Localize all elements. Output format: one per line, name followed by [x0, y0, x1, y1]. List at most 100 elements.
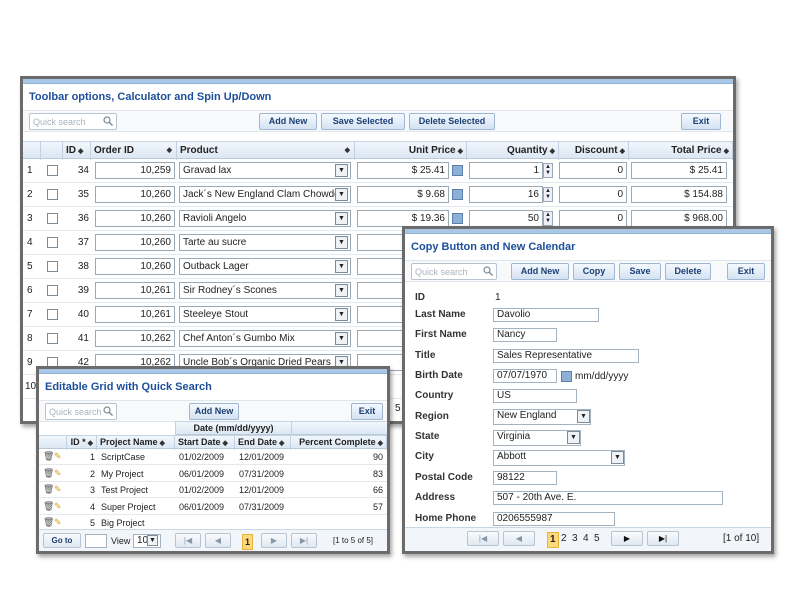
current-page[interactable]: 1 [242, 534, 254, 550]
spin-up-down[interactable]: ▲ ▼ [543, 211, 553, 226]
col-discount-header[interactable]: Discount ◆ [559, 142, 629, 160]
chevron-down-icon[interactable]: ▼ [335, 308, 348, 321]
order-id-field[interactable]: 10,260 [95, 186, 175, 203]
chevron-down-icon[interactable]: ▼ [335, 236, 348, 249]
add-new-button[interactable]: Add New [259, 113, 317, 130]
search-input[interactable]: Quick search [29, 113, 117, 130]
prev-page-button[interactable]: ◀ [503, 531, 535, 546]
product-select[interactable]: Tarte au sucre [179, 234, 351, 251]
product-select[interactable]: Chef Anton´s Gumbo Mix [179, 330, 351, 347]
first-page-button[interactable]: |◀ [175, 533, 201, 548]
pencil-icon[interactable]: ✎ [54, 501, 62, 512]
row-checkbox[interactable] [47, 309, 58, 320]
calculator-icon[interactable] [452, 213, 463, 224]
row-checkbox[interactable] [47, 189, 58, 200]
spin-up-down[interactable]: ▲ ▼ [543, 163, 553, 178]
go-to-page-input[interactable] [85, 534, 107, 548]
spin-up-down[interactable]: ▲ ▼ [543, 187, 553, 202]
calculator-icon[interactable] [452, 189, 463, 200]
home-phone-field[interactable]: 0206555987 [493, 512, 615, 526]
chevron-down-icon[interactable]: ▼ [567, 431, 580, 444]
exit-button[interactable]: Exit [351, 403, 383, 420]
order-id-field[interactable]: 10,261 [95, 306, 175, 323]
quantity-field[interactable]: 16 [469, 186, 543, 203]
address-field[interactable]: 507 - 20th Ave. E. [493, 491, 723, 505]
quantity-field[interactable]: 1 [469, 162, 543, 179]
col-id-header[interactable]: ID * ◆ [67, 436, 97, 450]
pencil-icon[interactable]: ✎ [54, 517, 62, 528]
order-id-field[interactable]: 10,260 [95, 258, 175, 275]
unit-price-field[interactable]: $ 19.36 [357, 210, 449, 227]
page-5[interactable]: 5 [395, 397, 401, 421]
total-price-field[interactable]: $ 25.41 [631, 162, 727, 179]
product-select[interactable]: Steeleye Stout [179, 306, 351, 323]
product-select[interactable]: Ravioli Angelo [179, 210, 351, 227]
go-to-button[interactable]: Go to [43, 533, 81, 548]
col-total-price-header[interactable]: Total Price ◆ [629, 142, 733, 160]
pencil-icon[interactable]: ✎ [54, 468, 62, 479]
col-id-header[interactable]: ID ◆ [63, 142, 91, 160]
row-checkbox[interactable] [47, 285, 58, 296]
order-id-field[interactable]: 10,262 [95, 330, 175, 347]
col-product-header[interactable]: Product ◆ [177, 142, 355, 160]
chevron-down-icon[interactable]: ▼ [335, 164, 348, 177]
chevron-down-icon[interactable]: ▼ [335, 284, 348, 297]
city-select[interactable]: Abbott [493, 450, 625, 466]
col-project-name-header[interactable]: Project Name ◆ [97, 436, 175, 450]
birth-date-field[interactable]: 07/07/1970 [493, 369, 557, 383]
pencil-icon[interactable]: ✎ [54, 451, 62, 462]
discount-field[interactable]: 0 [559, 210, 627, 227]
row-checkbox[interactable] [47, 333, 58, 344]
delete-button[interactable]: Delete [665, 263, 711, 280]
add-new-button[interactable]: Add New [189, 403, 239, 420]
col-order-id-header[interactable]: Order ID ◆ [91, 142, 177, 160]
col-unit-price-header[interactable]: Unit Price ◆ [355, 142, 467, 160]
page-4[interactable]: 4 [583, 532, 589, 546]
trash-icon[interactable]: 🗑 [43, 468, 54, 479]
trash-icon[interactable]: 🗑 [43, 451, 54, 462]
chevron-down-icon[interactable]: ▼ [147, 535, 158, 546]
last-page-button[interactable]: ▶| [647, 531, 679, 546]
discount-field[interactable]: 0 [559, 186, 627, 203]
country-field[interactable]: US [493, 389, 577, 403]
save-selected-button[interactable]: Save Selected [321, 113, 405, 130]
postal-code-field[interactable]: 98122 [493, 471, 557, 485]
order-id-field[interactable]: 10,260 [95, 210, 175, 227]
product-select[interactable]: Gravad lax [179, 162, 351, 179]
quantity-field[interactable]: 50 [469, 210, 543, 227]
calculator-icon[interactable] [452, 165, 463, 176]
chevron-down-icon[interactable]: ▼ [335, 260, 348, 273]
row-checkbox[interactable] [47, 237, 58, 248]
last-name-field[interactable]: Davolio [493, 308, 599, 322]
chevron-down-icon[interactable]: ▼ [335, 212, 348, 225]
col-end-date-header[interactable]: End Date ◆ [235, 436, 291, 450]
col-percent-header[interactable]: Percent Complete ◆ [291, 436, 387, 450]
total-price-field[interactable]: $ 154.88 [631, 186, 727, 203]
page-3[interactable]: 3 [572, 532, 578, 546]
first-page-button[interactable]: |◀ [467, 531, 499, 546]
page-1[interactable]: 1 [547, 532, 559, 548]
save-button[interactable]: Save [619, 263, 661, 280]
trash-icon[interactable]: 🗑 [43, 484, 54, 495]
prev-page-button[interactable]: ◀ [205, 533, 231, 548]
chevron-down-icon[interactable]: ▼ [335, 332, 348, 345]
order-id-field[interactable]: 10,261 [95, 282, 175, 299]
chevron-down-icon[interactable]: ▼ [611, 451, 624, 464]
order-id-field[interactable]: 10,259 [95, 162, 175, 179]
title-field[interactable]: Sales Representative [493, 349, 639, 363]
pencil-icon[interactable]: ✎ [54, 484, 62, 495]
next-page-button[interactable]: ▶ [261, 533, 287, 548]
product-select[interactable]: Sir Rodney´s Scones [179, 282, 351, 299]
total-price-field[interactable]: $ 968.00 [631, 210, 727, 227]
exit-button[interactable]: Exit [727, 263, 765, 280]
trash-icon[interactable]: 🗑 [43, 517, 54, 528]
calendar-icon[interactable] [561, 371, 572, 382]
unit-price-field[interactable]: $ 25.41 [357, 162, 449, 179]
search-input[interactable]: Quick search [411, 263, 497, 280]
copy-button[interactable]: Copy [573, 263, 615, 280]
page-5[interactable]: 5 [594, 532, 600, 546]
row-checkbox[interactable] [47, 261, 58, 272]
last-page-button[interactable]: ▶| [291, 533, 317, 548]
col-start-date-header[interactable]: Start Date ◆ [175, 436, 235, 450]
chevron-down-icon[interactable]: ▼ [335, 188, 348, 201]
